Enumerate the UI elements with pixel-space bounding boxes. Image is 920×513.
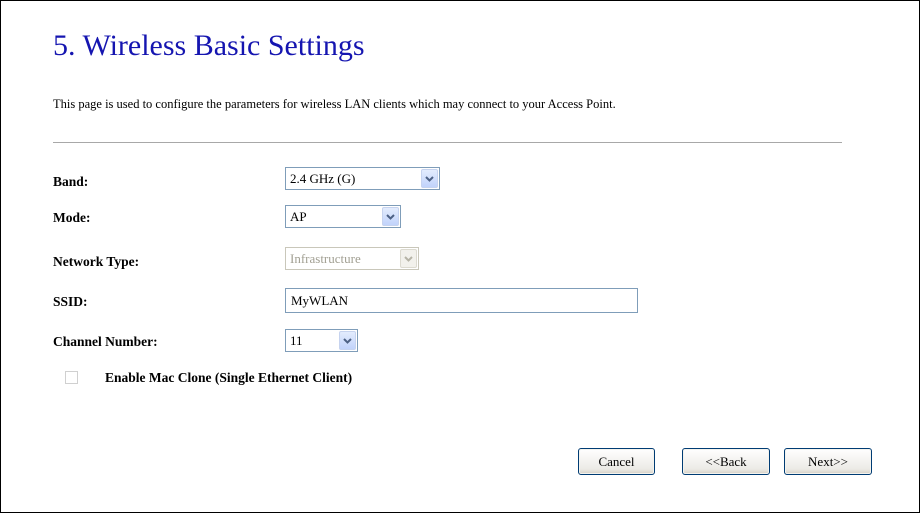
page-description: This page is used to configure the param… <box>53 97 616 111</box>
chevron-down-icon[interactable] <box>421 169 438 188</box>
chevron-down-icon[interactable] <box>339 331 356 350</box>
mac-clone-label: Enable Mac Clone (Single Ethernet Client… <box>105 370 353 385</box>
mac-clone-checkbox[interactable] <box>65 371 78 384</box>
mode-label: Mode: <box>53 210 91 225</box>
chevron-down-icon[interactable] <box>382 207 399 226</box>
ssid-label: SSID: <box>53 294 88 309</box>
settings-page: 5. Wireless Basic Settings This page is … <box>0 0 920 513</box>
divider <box>53 142 842 143</box>
mode-select[interactable]: AP <box>285 205 401 228</box>
ssid-input[interactable] <box>285 288 638 313</box>
channel-number-select-value: 11 <box>290 332 303 348</box>
cancel-button[interactable]: Cancel <box>578 448 655 475</box>
next-button[interactable]: Next>> <box>784 448 872 475</box>
channel-number-label: Channel Number: <box>53 334 158 349</box>
band-label: Band: <box>53 174 89 189</box>
page-title: 5. Wireless Basic Settings <box>53 29 365 62</box>
network-type-label: Network Type: <box>53 254 140 269</box>
band-select-value: 2.4 GHz (G) <box>290 170 356 186</box>
chevron-down-icon <box>400 249 417 268</box>
mode-select-value: AP <box>290 208 307 224</box>
network-type-select-value: Infrastructure <box>290 250 361 266</box>
channel-number-select[interactable]: 11 <box>285 329 358 352</box>
band-select[interactable]: 2.4 GHz (G) <box>285 167 440 190</box>
back-button[interactable]: <<Back <box>682 448 770 475</box>
network-type-select: Infrastructure <box>285 247 419 270</box>
